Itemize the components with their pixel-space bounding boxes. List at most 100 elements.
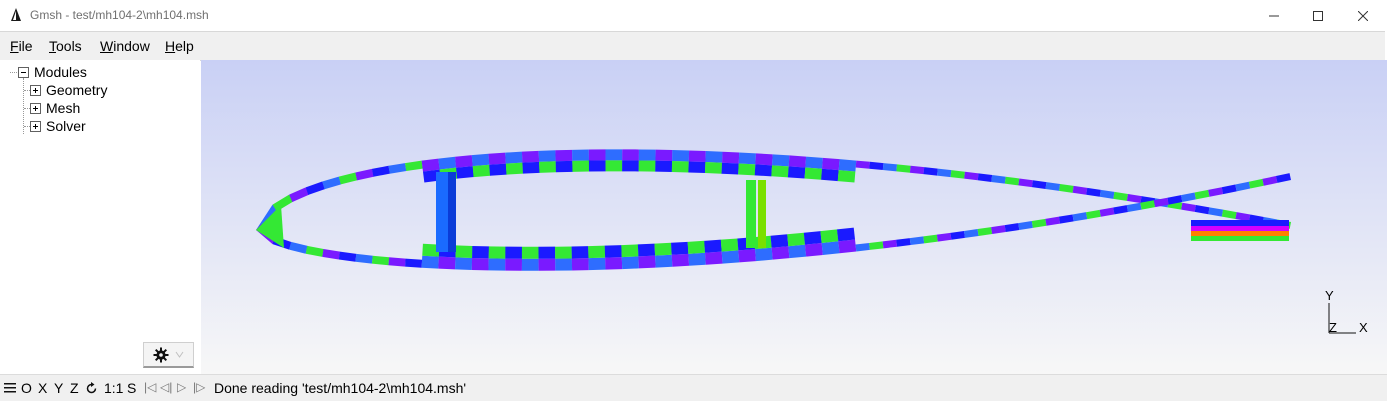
- upper-aft-skin-band: [1221, 209, 1237, 219]
- front-shear-web: [448, 172, 456, 252]
- axis-y-label: Y: [1325, 288, 1334, 303]
- lower-spar-cap-band: [787, 232, 806, 247]
- lower-aft-skin-band: [909, 236, 925, 246]
- upper-spar-cap-band: [705, 151, 723, 163]
- upper-spar-cap-band: [755, 153, 773, 166]
- upper-spar-cap-band: [837, 170, 856, 183]
- tree-connector: [10, 72, 17, 73]
- upper-aft-skin-band: [1099, 189, 1115, 199]
- upper-aft-skin-band: [1208, 207, 1224, 217]
- expand-icon[interactable]: [30, 120, 41, 132]
- maximize-icon: [1313, 10, 1323, 21]
- upper-spar-cap-band: [622, 149, 639, 161]
- upper-spar-cap-band: [472, 164, 491, 178]
- upper-skin-band: [322, 176, 342, 190]
- lower-aft-skin-band: [1004, 223, 1020, 233]
- options-button[interactable]: [143, 342, 194, 368]
- upper-spar-cap-band: [738, 163, 756, 176]
- lower-spar-cap-band: [821, 241, 840, 255]
- tree-item-solver[interactable]: Solver: [30, 117, 86, 135]
- upper-spar-cap-band: [688, 150, 706, 163]
- lower-spar-cap-band: [621, 244, 639, 258]
- upper-spar-cap-band: [821, 157, 840, 171]
- view-origin-button[interactable]: O: [21, 380, 32, 396]
- view-y-button[interactable]: Y: [54, 380, 63, 396]
- upper-spar-cap-band: [438, 156, 457, 170]
- upper-spar-cap-band: [805, 156, 823, 169]
- first-step-icon[interactable]: |◁: [144, 380, 156, 394]
- play-icon[interactable]: ▷: [177, 380, 186, 394]
- lower-spar-cap-band: [671, 253, 690, 267]
- snap-button[interactable]: S: [127, 380, 136, 396]
- dropdown-arrow-icon: [175, 351, 184, 358]
- menu-help[interactable]: Help: [165, 38, 194, 54]
- lower-aft-skin-band: [1235, 181, 1251, 192]
- upper-spar-cap-band: [672, 150, 690, 162]
- menu-file[interactable]: File: [10, 38, 33, 54]
- menu-bar: File Tools Window Help: [0, 31, 1385, 61]
- collapse-icon[interactable]: [18, 66, 29, 78]
- scale-button[interactable]: 1:1: [104, 380, 123, 396]
- close-button[interactable]: [1340, 0, 1386, 31]
- upper-aft-skin-band: [1235, 212, 1251, 222]
- upper-spar-cap-band: [772, 154, 790, 167]
- lower-aft-skin-band: [1221, 184, 1237, 195]
- lower-spar-cap-band: [488, 258, 506, 271]
- graphics-viewport[interactable]: Y Z X: [201, 60, 1387, 374]
- trailing-edge-block: [1191, 231, 1289, 236]
- upper-spar-cap-band: [572, 160, 590, 172]
- expand-icon[interactable]: [30, 102, 41, 114]
- menu-window[interactable]: Window: [100, 38, 150, 54]
- rotate-icon[interactable]: [85, 382, 98, 395]
- lower-skin-band: [338, 251, 357, 262]
- upper-spar-cap-band: [655, 160, 673, 173]
- lower-spar-cap-band: [770, 234, 789, 248]
- next-step-icon[interactable]: |▷: [193, 380, 205, 394]
- lower-aft-skin-band: [1072, 212, 1088, 222]
- upper-aft-skin-band: [1181, 202, 1196, 212]
- airfoil-mesh: [256, 149, 1291, 271]
- lower-spar-cap-band: [521, 246, 539, 259]
- lower-aft-skin-band: [977, 227, 993, 236]
- lower-skin-band: [388, 257, 406, 267]
- tree-item-mesh[interactable]: Mesh: [30, 99, 80, 117]
- menu-icon[interactable]: [4, 382, 16, 394]
- upper-aft-skin-band: [909, 165, 925, 175]
- prev-step-icon[interactable]: ◁|: [160, 380, 172, 394]
- lower-aft-skin-band: [950, 230, 965, 240]
- lower-aft-skin-band: [964, 229, 979, 238]
- upper-aft-skin-band: [1194, 205, 1210, 215]
- upper-aft-skin-band: [923, 167, 938, 176]
- upper-spar-cap-band: [771, 165, 789, 178]
- upper-aft-skin-band: [1018, 178, 1033, 188]
- upper-aft-skin-band: [1031, 180, 1047, 190]
- view-z-button[interactable]: Z: [70, 380, 79, 396]
- lower-spar-cap-band: [654, 242, 672, 256]
- menu-tools[interactable]: Tools: [49, 38, 82, 54]
- upper-aft-skin-band: [896, 164, 911, 173]
- upper-aft-skin-band: [1086, 187, 1101, 197]
- tree-item-modules[interactable]: Modules: [18, 63, 87, 81]
- lower-spar-cap-band: [604, 245, 622, 258]
- upper-spar-cap-band: [754, 164, 773, 177]
- upper-spar-cap-band: [722, 151, 740, 164]
- lower-spar-cap-band: [472, 245, 490, 259]
- upper-aft-skin-band: [1113, 191, 1128, 201]
- expand-icon[interactable]: [30, 84, 41, 96]
- minimize-button[interactable]: [1251, 0, 1297, 31]
- lower-skin-band: [289, 241, 308, 254]
- view-x-button[interactable]: X: [38, 380, 47, 396]
- lower-skin-band: [405, 258, 423, 268]
- lower-spar-cap-band: [521, 258, 539, 271]
- lower-spar-cap-band: [588, 257, 606, 271]
- maximize-button[interactable]: [1295, 0, 1341, 31]
- upper-spar-cap-band: [421, 158, 440, 172]
- upper-aft-skin-band: [991, 174, 1006, 184]
- tree-label-geometry: Geometry: [46, 82, 108, 98]
- lower-spar-cap-band: [571, 258, 589, 271]
- tree-item-geometry[interactable]: Geometry: [30, 81, 107, 99]
- lower-aft-skin-band: [1045, 216, 1061, 226]
- gear-icon: [153, 347, 169, 362]
- lower-spar-cap-band: [505, 258, 523, 271]
- axes-triad: Y Z X: [1325, 288, 1368, 335]
